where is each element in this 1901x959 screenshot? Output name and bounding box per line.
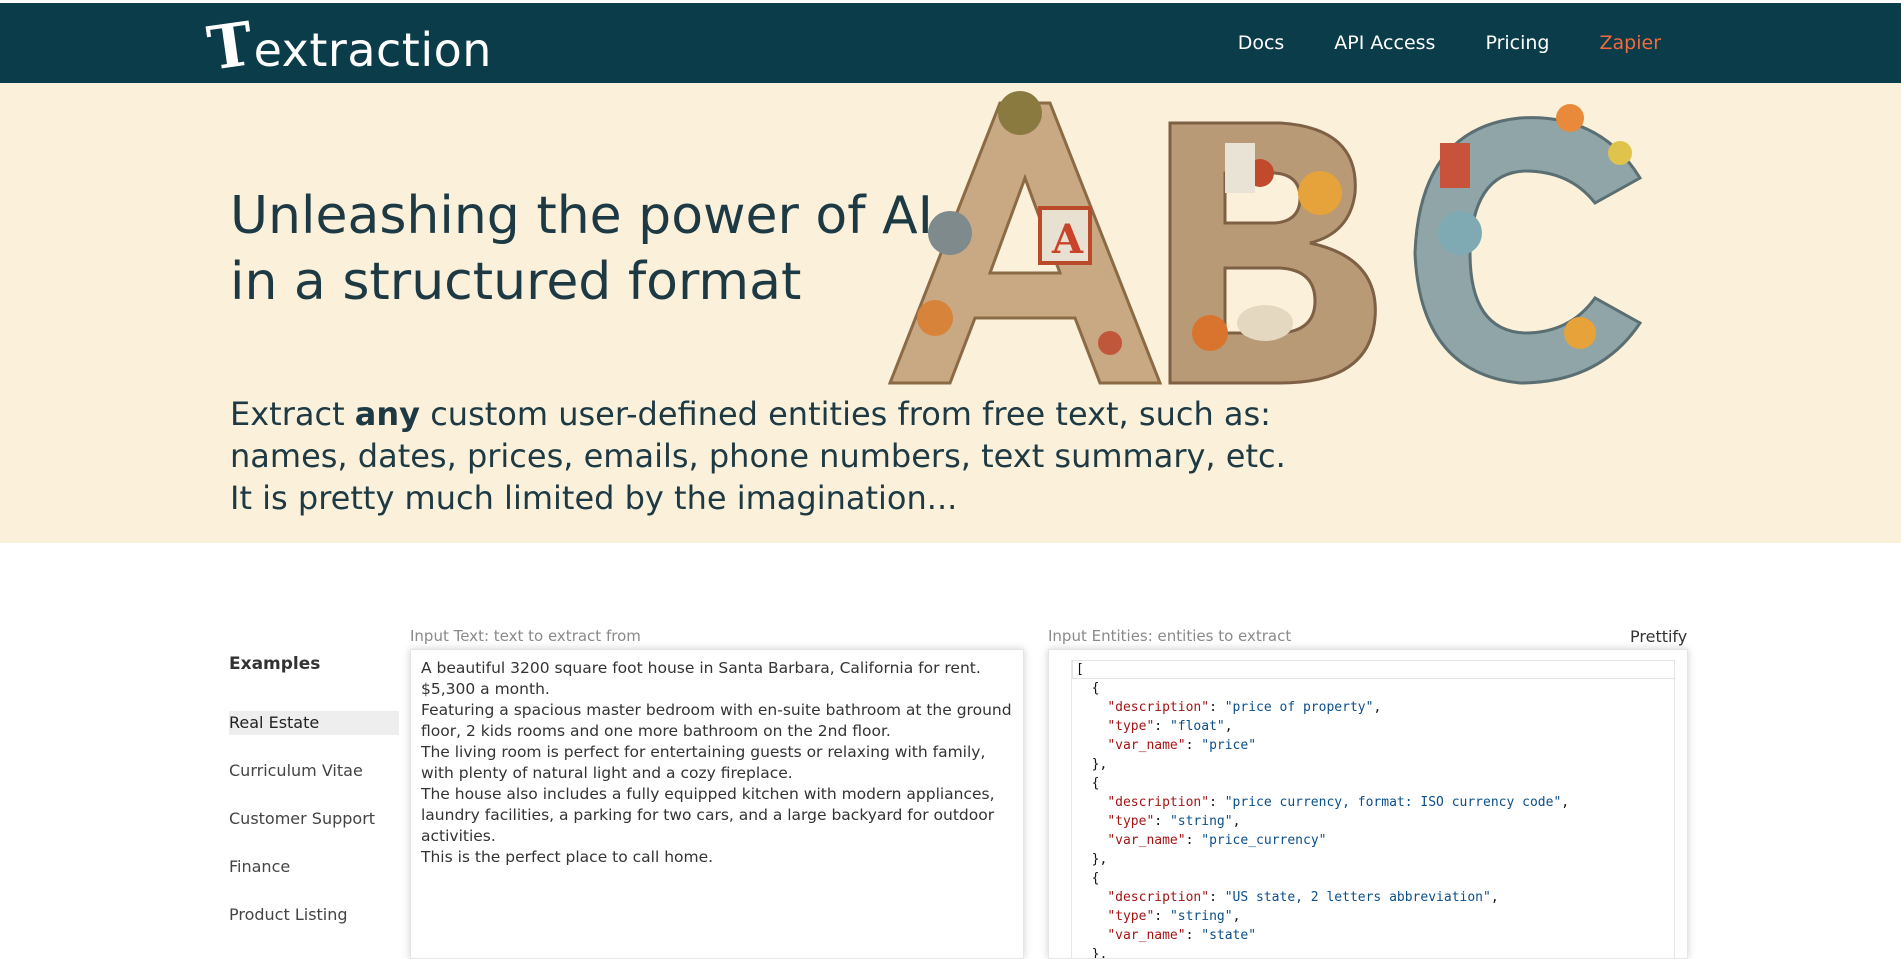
example-real-estate[interactable]: Real Estate [229, 711, 399, 735]
json-value: "price currency, format: ISO currency co… [1224, 795, 1562, 810]
json-line: { [1076, 871, 1100, 886]
nav-link-api-access[interactable]: API Access [1334, 32, 1435, 54]
json-line: "type": "string", [1107, 814, 1241, 829]
json-line: }, [1076, 852, 1108, 867]
nav-links: Docs API Access Pricing Zapier [1238, 3, 1661, 83]
json-line: [ [1076, 662, 1084, 677]
logo-wordmark: extraction [253, 23, 492, 77]
entities-json-editor[interactable]: [ { "description": "price of property", … [1048, 649, 1688, 959]
hero-title: Unleashing the power of AI in a structur… [230, 183, 933, 315]
nav-link-docs[interactable]: Docs [1238, 32, 1285, 54]
hero-desc-pre: Extract [230, 395, 355, 433]
top-navbar: Textraction Docs API Access Pricing Zapi… [0, 0, 1901, 85]
hero-desc-bold: any [354, 395, 421, 433]
abc-collage-illustration: A [887, 91, 1643, 385]
json-key: "type" [1107, 909, 1155, 924]
json-line: "description": "price currency, format: … [1107, 795, 1570, 810]
json-line: "var_name": "price" [1107, 738, 1257, 753]
extraction-demo-section: Examples Real Estate Curriculum Vitae Cu… [0, 543, 1901, 959]
json-line: "var_name": "price_currency" [1107, 833, 1327, 848]
json-value: "float" [1169, 719, 1225, 734]
json-line: "var_name": "state" [1107, 928, 1257, 943]
json-line: }, [1076, 947, 1108, 959]
hero-description: Extract any custom user-defined entities… [230, 393, 1286, 519]
json-value: "price_currency" [1201, 833, 1327, 848]
nav-link-pricing[interactable]: Pricing [1485, 32, 1549, 54]
json-editor-ruler [1674, 660, 1675, 958]
json-line: }, [1076, 757, 1108, 772]
json-key: "description" [1107, 700, 1210, 715]
collage-letter-a: A [887, 91, 1163, 385]
json-key: "description" [1107, 795, 1210, 810]
json-value: "price of property" [1224, 700, 1374, 715]
json-line: { [1076, 776, 1100, 791]
example-curriculum-vitae[interactable]: Curriculum Vitae [229, 759, 399, 783]
hero-title-line-1: Unleashing the power of AI [230, 186, 933, 246]
hero-desc-line-1: Extract any custom user-defined entities… [230, 393, 1286, 435]
hero-desc-line-2: names, dates, prices, emails, phone numb… [230, 437, 1286, 475]
examples-heading: Examples [229, 654, 321, 674]
hero-title-line-2: in a structured format [230, 252, 802, 312]
nav-link-zapier[interactable]: Zapier [1600, 32, 1662, 54]
input-text-area[interactable]: A beautiful 3200 square foot house in Sa… [410, 649, 1024, 959]
json-line: "type": "float", [1107, 719, 1233, 734]
examples-list: Real Estate Curriculum Vitae Customer Su… [229, 711, 399, 951]
json-line: "description": "price of property", [1107, 700, 1382, 715]
json-key: "var_name" [1107, 833, 1186, 848]
json-key: "var_name" [1107, 738, 1186, 753]
json-key: "type" [1107, 814, 1155, 829]
json-key: "var_name" [1107, 928, 1186, 943]
textraction-logo[interactable]: Textraction [203, 9, 492, 85]
json-value: "string" [1169, 909, 1233, 924]
json-editor-content: [ { "description": "price of property", … [1071, 660, 1675, 958]
json-line: { [1076, 681, 1100, 696]
json-value: "string" [1169, 814, 1233, 829]
example-finance[interactable]: Finance [229, 855, 399, 879]
input-entities-label: Input Entities: entities to extract [1048, 627, 1292, 645]
example-product-listing[interactable]: Product Listing [229, 903, 399, 927]
example-customer-support[interactable]: Customer Support [229, 807, 399, 831]
input-text-label: Input Text: text to extract from [410, 627, 641, 645]
json-value: "price" [1201, 738, 1257, 753]
hero-desc-post: custom user-defined entities from free t… [420, 395, 1271, 433]
json-lines: [ { "description": "price of property", … [1076, 660, 1570, 959]
json-key: "type" [1107, 719, 1155, 734]
prettify-button[interactable]: Prettify [1630, 627, 1687, 646]
hero-desc-line-3: It is pretty much limited by the imagina… [230, 479, 958, 517]
logo-letter-t: T [203, 9, 258, 85]
json-value: "state" [1201, 928, 1257, 943]
json-line: "type": "string", [1107, 909, 1241, 924]
collage-letter-b [1168, 121, 1377, 385]
json-key: "description" [1107, 890, 1210, 905]
json-value: "US state, 2 letters abbreviation" [1224, 890, 1491, 905]
collage-letter-c [1413, 104, 1643, 385]
json-line: "description": "US state, 2 letters abbr… [1107, 890, 1499, 905]
collage-a-sign: A [1051, 216, 1084, 263]
hero-section: Unleashing the power of AI in a structur… [0, 83, 1901, 543]
